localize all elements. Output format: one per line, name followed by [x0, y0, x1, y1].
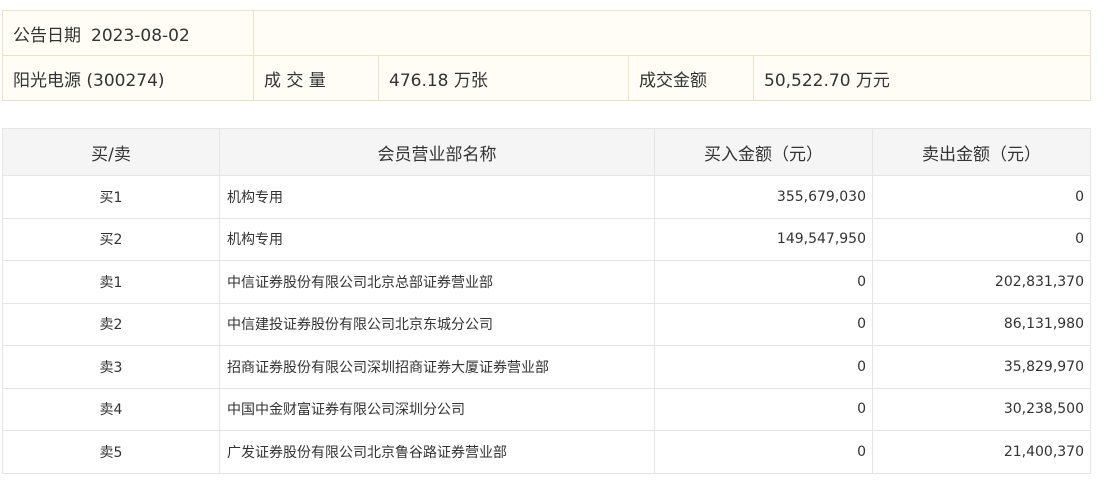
table-row: 买1 机构专用 355,679,030 0 — [2, 175, 1091, 219]
row-buy-amount: 0 — [654, 302, 873, 346]
row-sell-amount: 21,400,370 — [872, 430, 1091, 474]
announcement-date-label: 公告日期 — [13, 25, 81, 46]
row-buy-amount: 0 — [654, 260, 873, 304]
amount-value: 50,522.70 万元 — [753, 55, 1091, 101]
header-sell-amount: 卖出金额（元） — [872, 128, 1091, 176]
table-header-row: 买/卖 会员营业部名称 买入金额（元） 卖出金额（元） — [2, 128, 1091, 176]
row-buy-amount: 149,547,950 — [654, 217, 873, 261]
row-branch-name: 机构专用 — [219, 217, 655, 261]
row-buy-amount: 0 — [654, 387, 873, 431]
row-branch-name: 中信证券股份有限公司北京总部证券营业部 — [219, 260, 655, 304]
trade-detail-table: 买/卖 会员营业部名称 买入金额（元） 卖出金额（元） 买1 机构专用 355,… — [2, 128, 1091, 474]
table-row: 买2 机构专用 149,547,950 0 — [2, 217, 1091, 261]
row-sell-amount: 86,131,980 — [872, 302, 1091, 346]
volume-value: 476.18 万张 — [378, 55, 629, 101]
table-row: 卖1 中信证券股份有限公司北京总部证券营业部 0 202,831,370 — [2, 260, 1091, 304]
row-side: 买2 — [2, 217, 220, 261]
row-side: 卖5 — [2, 430, 220, 474]
row-branch-name: 广发证券股份有限公司北京鲁谷路证券营业部 — [219, 430, 655, 474]
row-sell-amount: 0 — [872, 217, 1091, 261]
row-buy-amount: 0 — [654, 345, 873, 389]
header-side: 买/卖 — [2, 128, 220, 176]
table-row: 卖3 招商证券股份有限公司深圳招商证券大厦证券营业部 0 35,829,970 — [2, 345, 1091, 389]
row-branch-name: 招商证券股份有限公司深圳招商证券大厦证券营业部 — [219, 345, 655, 389]
announcement-date-value: 2023-08-02 — [91, 25, 190, 46]
row-sell-amount: 35,829,970 — [872, 345, 1091, 389]
header-branch-name: 会员营业部名称 — [219, 128, 655, 176]
row-branch-name: 机构专用 — [219, 175, 655, 219]
row-side: 卖3 — [2, 345, 220, 389]
stock-name: 阳光电源 (300274) — [2, 55, 254, 101]
row-sell-amount: 202,831,370 — [872, 260, 1091, 304]
row-side: 卖2 — [2, 302, 220, 346]
row-buy-amount: 0 — [654, 430, 873, 474]
table-row: 卖2 中信建投证券股份有限公司北京东城分公司 0 86,131,980 — [2, 302, 1091, 346]
amount-label: 成交金额 — [628, 55, 754, 101]
stock-info-table: 公告日期 2023-08-02 阳光电源 (300274) 成 交 量 476.1… — [2, 10, 1091, 101]
table-row: 卖4 中国中金财富证券有限公司深圳分公司 0 30,238,500 — [2, 387, 1091, 431]
announcement-date-cell: 公告日期 2023-08-02 — [2, 10, 254, 56]
row-branch-name: 中信建投证券股份有限公司北京东城分公司 — [219, 302, 655, 346]
empty-cell — [253, 10, 1091, 56]
row-branch-name: 中国中金财富证券有限公司深圳分公司 — [219, 387, 655, 431]
volume-label: 成 交 量 — [253, 55, 379, 101]
header-buy-amount: 买入金额（元） — [654, 128, 873, 176]
row-sell-amount: 30,238,500 — [872, 387, 1091, 431]
row-side: 卖4 — [2, 387, 220, 431]
row-sell-amount: 0 — [872, 175, 1091, 219]
row-buy-amount: 355,679,030 — [654, 175, 873, 219]
table-row: 卖5 广发证券股份有限公司北京鲁谷路证券营业部 0 21,400,370 — [2, 430, 1091, 474]
announcement-date-row: 公告日期 2023-08-02 — [2, 10, 1091, 56]
row-side: 卖1 — [2, 260, 220, 304]
stock-summary-row: 阳光电源 (300274) 成 交 量 476.18 万张 成交金额 50,52… — [2, 55, 1091, 101]
row-side: 买1 — [2, 175, 220, 219]
